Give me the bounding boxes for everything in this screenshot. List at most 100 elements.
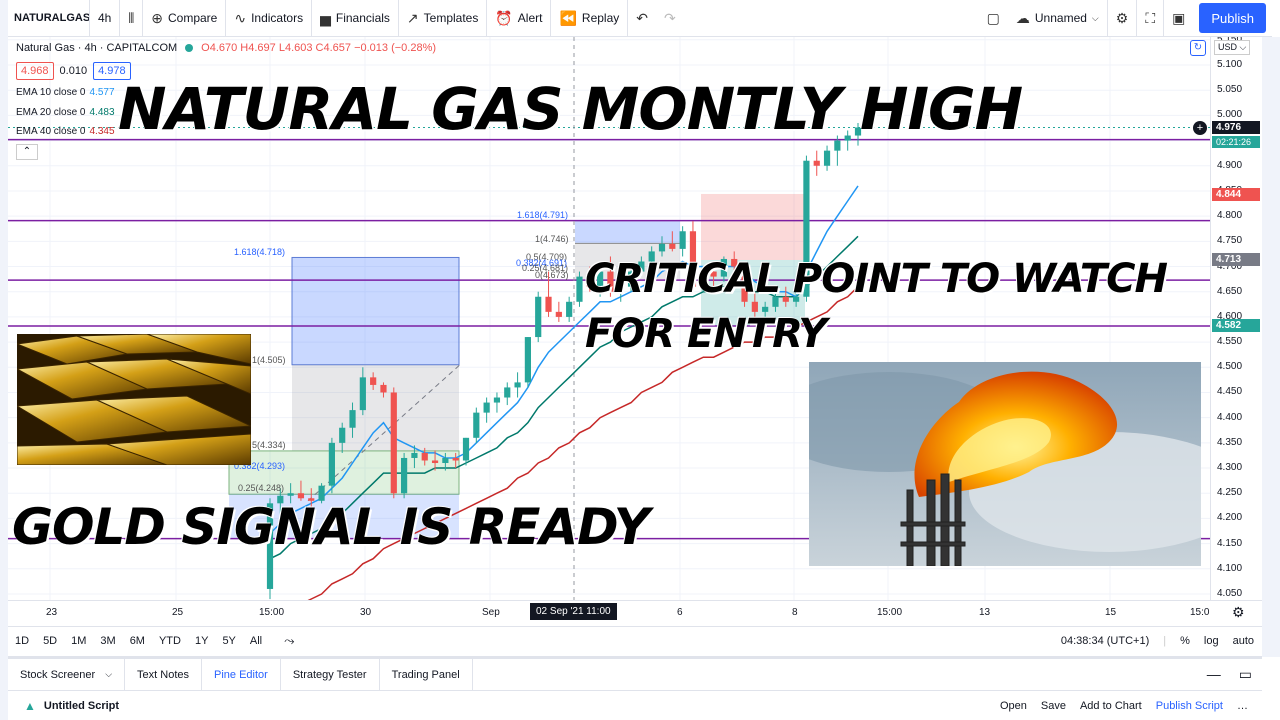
fib-extension-zone bbox=[575, 220, 680, 244]
candle-body bbox=[823, 150, 831, 166]
log-scale-toggle[interactable]: log bbox=[1204, 635, 1219, 647]
range-5d[interactable]: 5D bbox=[36, 635, 64, 647]
publish-button[interactable]: Publish bbox=[1199, 3, 1266, 33]
add-to-chart-button[interactable]: Add to Chart bbox=[1080, 700, 1142, 712]
candle-body bbox=[462, 437, 470, 461]
collapse-legend-button[interactable]: ⌃ bbox=[16, 144, 38, 160]
redo-button[interactable]: ↷ bbox=[656, 0, 684, 37]
undo-button[interactable]: ↶ bbox=[628, 0, 656, 37]
divider: | bbox=[1163, 634, 1167, 647]
legend-ohlc: O4.670 H4.697 L4.603 C4.657 −0.013 (−0.2… bbox=[201, 42, 437, 54]
percent-scale-toggle[interactable]: % bbox=[1180, 635, 1190, 647]
ema10-label: EMA 10 close 0 bbox=[16, 87, 86, 98]
gold-overlay: GOLD SIGNAL IS READY bbox=[12, 498, 650, 556]
redo-icon: ↷ bbox=[664, 10, 676, 26]
price-tick-label: 4.100 bbox=[1217, 562, 1243, 574]
scale-settings-gear-icon[interactable]: ⚙ bbox=[1232, 604, 1245, 621]
ema20-legend[interactable]: EMA 20 close 0 4.483 bbox=[16, 107, 115, 118]
candle-body bbox=[555, 311, 562, 317]
snapshot-button[interactable]: ▣ bbox=[1164, 0, 1193, 37]
range-ytd[interactable]: YTD bbox=[152, 635, 188, 647]
candle-body bbox=[370, 377, 377, 385]
maximize-icon[interactable]: ▭ bbox=[1239, 666, 1252, 683]
range-1m[interactable]: 1M bbox=[64, 635, 93, 647]
ema40-legend[interactable]: EMA 40 close 0 4.345 bbox=[16, 126, 115, 137]
more-options-icon[interactable]: … bbox=[1237, 700, 1248, 712]
candle-body bbox=[390, 392, 397, 494]
price-tick-label: 5.000 bbox=[1217, 109, 1243, 121]
range-6m[interactable]: 6M bbox=[123, 635, 152, 647]
fib-right-1: 1(4.746) bbox=[535, 234, 569, 244]
stop-zone bbox=[701, 193, 805, 260]
settings-button[interactable]: ⚙ bbox=[1108, 0, 1138, 37]
candle-body bbox=[442, 457, 449, 464]
candle-body bbox=[514, 382, 521, 388]
price-tick-label: 4.450 bbox=[1217, 386, 1243, 398]
range-all[interactable]: All bbox=[243, 635, 269, 647]
price-tick-label: 4.300 bbox=[1217, 462, 1243, 474]
replay-button[interactable]: ⏪ Replay bbox=[551, 0, 629, 37]
plus-circle-icon: ⊕ bbox=[151, 10, 163, 26]
select-layout-button[interactable]: ▢ bbox=[979, 0, 1008, 37]
market-open-dot bbox=[185, 44, 194, 53]
financials-button[interactable]: ▅ Financials bbox=[312, 0, 399, 37]
script-name[interactable]: ▲ Untitled Script bbox=[8, 699, 119, 713]
fullscreen-button[interactable]: ⛶ bbox=[1137, 0, 1165, 37]
bottom-panel-tabs: Stock Screener ⌵ Text Notes Pine Editor S… bbox=[8, 656, 1262, 690]
templates-button[interactable]: ↗ Templates bbox=[399, 0, 488, 37]
currency-selector[interactable]: USD ⌵ bbox=[1214, 40, 1251, 55]
sync-icon[interactable]: ↻ bbox=[1190, 40, 1206, 56]
sell-price-button[interactable]: 4.968 bbox=[16, 62, 54, 80]
auto-scale-toggle[interactable]: auto bbox=[1233, 635, 1254, 647]
candle-body bbox=[545, 296, 552, 312]
bar-countdown-label: 02:21:26 bbox=[1212, 136, 1260, 148]
minimize-icon[interactable]: ― bbox=[1207, 666, 1221, 683]
indicators-button[interactable]: ∿ Indicators bbox=[226, 0, 313, 37]
candles-icon: ⫴ bbox=[128, 10, 135, 26]
compare-button[interactable]: ⊕ Compare bbox=[143, 0, 227, 37]
range-bar: 1D 5D 1M 3M 6M YTD 1Y 5Y All ⤳ 04:38:34 … bbox=[8, 626, 1262, 654]
chart-type-button[interactable]: ⫴ bbox=[120, 0, 144, 37]
ema20-label: EMA 20 close 0 bbox=[16, 107, 86, 118]
save-script-button[interactable]: Save bbox=[1041, 700, 1066, 712]
range-5y[interactable]: 5Y bbox=[215, 635, 242, 647]
layout-name-button[interactable]: ☁ Unnamed ⌵ bbox=[1008, 0, 1108, 37]
candle-body bbox=[504, 387, 511, 398]
time-scale[interactable]: 23 25 15:00 30 Sep 6 8 15:00 13 15 15:0 … bbox=[8, 600, 1262, 624]
rewind-icon: ⏪ bbox=[559, 10, 577, 26]
chart-pane[interactable]: Natural Gas · 4h · CAPITALCOM O4.670 H4.6… bbox=[8, 37, 1210, 600]
price-tick-label: 5.050 bbox=[1217, 84, 1243, 96]
symbol-search-button[interactable]: NATURALGAS bbox=[8, 0, 90, 37]
price-tick-label: 4.200 bbox=[1217, 512, 1243, 524]
tab-text-notes[interactable]: Text Notes bbox=[125, 659, 202, 690]
alarm-clock-icon: ⏰ bbox=[495, 10, 513, 26]
price-tick-label: 4.550 bbox=[1217, 336, 1243, 348]
pine-script-bar: ▲ Untitled Script Open Save Add to Chart … bbox=[8, 690, 1262, 720]
headline-overlay: NATURAL GAS MONTLY HIGH bbox=[118, 75, 1023, 143]
candle-body bbox=[421, 452, 428, 461]
tab-trading-panel[interactable]: Trading Panel bbox=[380, 659, 473, 690]
script-actions: Open Save Add to Chart Publish Script … bbox=[1000, 700, 1262, 712]
right-scroll-strip[interactable] bbox=[1262, 37, 1280, 657]
currency-label: USD bbox=[1218, 42, 1238, 52]
fib-left-05: 5(4.334) bbox=[252, 440, 286, 450]
range-3m[interactable]: 3M bbox=[93, 635, 122, 647]
tab-pine-editor[interactable]: Pine Editor bbox=[202, 659, 281, 690]
tab-stock-screener[interactable]: Stock Screener ⌵ bbox=[8, 659, 126, 690]
candle-body bbox=[669, 243, 676, 249]
publish-script-button[interactable]: Publish Script bbox=[1156, 700, 1223, 712]
goto-date-icon[interactable]: ⤳ bbox=[277, 633, 301, 649]
tab-strategy-tester[interactable]: Strategy Tester bbox=[281, 659, 380, 690]
interval-button[interactable]: 4h bbox=[90, 0, 121, 37]
ema10-legend[interactable]: EMA 10 close 0 4.577 bbox=[16, 87, 115, 98]
candle-body bbox=[473, 412, 480, 438]
add-alert-plus-icon[interactable]: + bbox=[1193, 121, 1207, 135]
open-script-button[interactable]: Open bbox=[1000, 700, 1027, 712]
left-edge bbox=[0, 0, 8, 720]
time-label: 15:00 bbox=[259, 607, 285, 618]
timezone-clock[interactable]: 04:38:34 (UTC+1) bbox=[1061, 635, 1149, 647]
alert-button[interactable]: ⏰ Alert bbox=[487, 0, 552, 37]
range-1d[interactable]: 1D bbox=[8, 635, 36, 647]
candle-body bbox=[431, 460, 439, 464]
range-1y[interactable]: 1Y bbox=[188, 635, 215, 647]
